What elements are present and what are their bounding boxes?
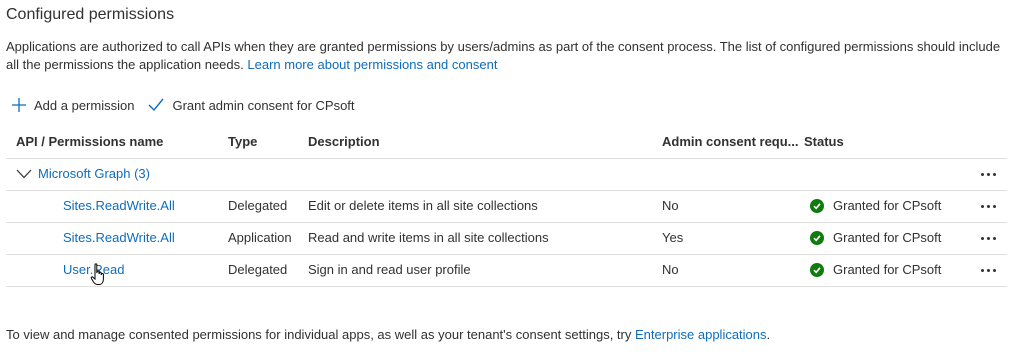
page-title: Configured permissions [6,6,175,23]
add-permission-label: Add a permission [34,97,135,113]
more-icon [977,254,999,286]
column-header-status[interactable]: Status [804,126,844,158]
admin-consent-required: No [662,262,679,277]
plus-icon [12,98,26,112]
hand-cursor-icon [90,263,106,292]
table-header-row: API / Permissions name Type Description … [6,126,1007,159]
enterprise-applications-link[interactable]: Enterprise applications [635,327,767,342]
status-text: Granted for CPsoft [833,262,942,277]
admin-consent-required: Yes [662,230,684,245]
toolbar: Add a permission Grant admin consent for… [12,95,369,115]
permission-description: Sign in and read user profile [308,262,471,277]
table-row: User.Read Delegated Sign in and read use… [6,254,1007,287]
column-header-type[interactable]: Type [228,126,257,158]
permission-type: Delegated [228,262,288,277]
group-label[interactable]: Microsoft Graph (3) [38,158,150,190]
admin-consent-required: No [662,198,679,213]
column-header-name[interactable]: API / Permissions name [16,126,163,158]
learn-more-link[interactable]: Learn more about permissions and consent [247,57,497,72]
row-more-button[interactable] [977,254,999,286]
chevron-down-icon [16,169,32,179]
footer-note: To view and manage consented permissions… [6,327,770,342]
description: Applications are authorized to call APIs… [6,38,1001,74]
permission-link[interactable]: Sites.ReadWrite.All [63,198,175,213]
grant-admin-consent-label: Grant admin consent for CPsoft [172,97,355,113]
group-toggle[interactable]: Microsoft Graph (3) [16,158,150,190]
granted-check-icon [810,263,824,277]
footer-end: . [766,327,771,342]
permission-type: Delegated [228,198,288,213]
permission-description: Read and write items in all site collect… [308,230,549,245]
grant-admin-consent-button[interactable]: Grant admin consent for CPsoft [148,97,355,113]
status-text: Granted for CPsoft [833,230,942,245]
permission-type: Application [228,230,292,245]
checkmark-icon [148,98,164,112]
group-more-button[interactable] [977,158,999,190]
add-permission-button[interactable]: Add a permission [12,98,134,113]
granted-check-icon [810,199,824,213]
more-icon [977,222,999,254]
status-text: Granted for CPsoft [833,198,942,213]
row-more-button[interactable] [977,222,999,254]
footer-text: To view and manage consented permissions… [6,327,632,342]
more-icon [977,158,999,190]
permission-description: Edit or delete items in all site collect… [308,198,538,213]
row-more-button[interactable] [977,190,999,222]
description-text: Applications are authorized to call APIs… [6,39,1001,72]
column-header-admin-consent[interactable]: Admin consent requ... [662,126,799,158]
granted-check-icon [810,231,824,245]
permission-link[interactable]: Sites.ReadWrite.All [63,230,175,245]
table-row: Sites.ReadWrite.All Application Read and… [6,222,1007,255]
group-row-microsoft-graph: Microsoft Graph (3) [6,158,1007,191]
column-header-description[interactable]: Description [308,126,380,158]
more-icon [977,190,999,222]
table-row: Sites.ReadWrite.All Delegated Edit or de… [6,190,1007,223]
